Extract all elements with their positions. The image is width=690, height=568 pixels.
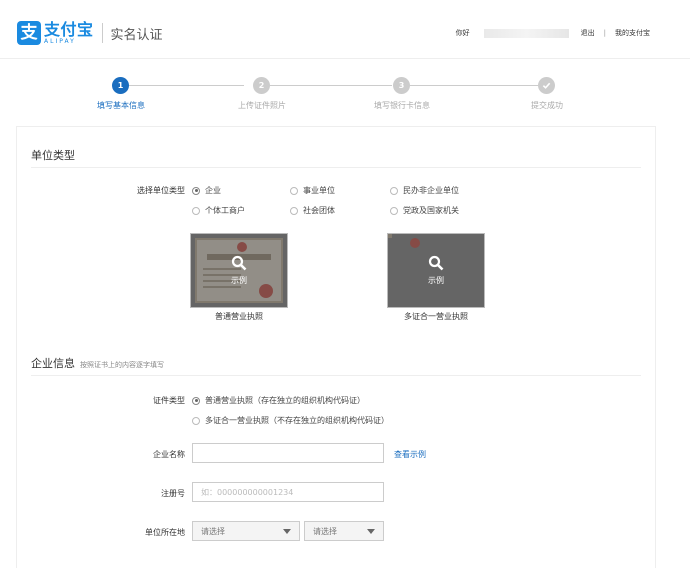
radio-public-institution[interactable]: 事业单位 bbox=[290, 185, 335, 196]
view-example-link[interactable]: 查看示例 bbox=[394, 449, 426, 460]
unit-type-label: 选择单位类型 bbox=[137, 186, 185, 195]
company-info-subtitle: 按照证书上的内容逐字填写 bbox=[80, 361, 164, 369]
company-name-input[interactable] bbox=[192, 443, 384, 463]
header-divider bbox=[0, 58, 690, 59]
radio-dot bbox=[192, 186, 200, 195]
sample-caption: 多证合一营业执照 bbox=[404, 312, 468, 321]
radio-label: 个体工商户 bbox=[205, 206, 245, 215]
top-nav: 你好 退出 | 我的支付宝 bbox=[456, 28, 650, 38]
form-panel: 单位类型 选择单位类型 企业 事业单位 民办非企业单位 个体工商户 社会团体 党… bbox=[16, 126, 656, 568]
radio-label: 社会团体 bbox=[303, 206, 335, 215]
blurred-username bbox=[483, 28, 569, 38]
company-name-label: 企业名称 bbox=[153, 450, 185, 459]
step-4-label: 提交成功 bbox=[531, 101, 563, 110]
sample-multi-license[interactable]: 示例 bbox=[387, 233, 485, 308]
radio-dot bbox=[192, 396, 200, 405]
radio-regular-license[interactable]: 普通营业执照（存在独立的组织机构代码证） bbox=[192, 395, 365, 406]
nav-separator: | bbox=[603, 29, 606, 37]
reg-number-label: 注册号 bbox=[161, 489, 185, 498]
chevron-down-icon bbox=[367, 528, 375, 534]
check-icon bbox=[538, 77, 555, 94]
reg-number-input[interactable]: 如：000000000001234 bbox=[192, 482, 384, 502]
step-1-label: 填写基本信息 bbox=[97, 101, 145, 110]
radio-government-agency[interactable]: 党政及国家机关 bbox=[390, 205, 459, 216]
step-connector bbox=[410, 85, 538, 86]
radio-label: 企业 bbox=[205, 186, 221, 195]
sample-business-license[interactable]: 示例 bbox=[190, 233, 288, 308]
page-title: 实名认证 bbox=[110, 27, 163, 43]
radio-label: 事业单位 bbox=[303, 186, 335, 195]
header: 支 支付宝 ALIPAY 实名认证 你好 退出 | 我的支付宝 bbox=[0, 0, 690, 60]
section-divider bbox=[31, 375, 641, 376]
radio-social-organization[interactable]: 社会团体 bbox=[290, 205, 335, 216]
step-2-circle: 2 bbox=[253, 77, 270, 94]
logo-cn: 支付宝 bbox=[44, 20, 94, 39]
location-label: 单位所在地 bbox=[145, 528, 185, 537]
radio-label: 多证合一营业执照（不存在独立的组织机构代码证） bbox=[205, 416, 389, 425]
radio-multi-license[interactable]: 多证合一营业执照（不存在独立的组织机构代码证） bbox=[192, 415, 389, 426]
radio-dot bbox=[290, 186, 298, 195]
radio-dot bbox=[192, 416, 200, 425]
step-connector bbox=[129, 85, 244, 86]
sample-overlay-text: 示例 bbox=[428, 276, 444, 285]
radio-dot bbox=[192, 206, 200, 215]
step-connector bbox=[270, 85, 392, 86]
step-3-circle: 3 bbox=[393, 77, 410, 94]
radio-label: 民办非企业单位 bbox=[403, 186, 459, 195]
radio-private-nonenterprise[interactable]: 民办非企业单位 bbox=[390, 185, 459, 196]
city-select-value: 请选择 bbox=[313, 526, 337, 536]
radio-label: 党政及国家机关 bbox=[403, 206, 459, 215]
alipay-logo[interactable]: 支 支付宝 ALIPAY 实名认证 bbox=[17, 20, 163, 46]
radio-dot bbox=[290, 206, 298, 215]
magnifier-icon bbox=[428, 255, 444, 271]
city-select[interactable]: 请选择 bbox=[304, 521, 384, 541]
radio-individual-business[interactable]: 个体工商户 bbox=[192, 205, 245, 216]
radio-enterprise[interactable]: 企业 bbox=[192, 185, 221, 196]
logout-link[interactable]: 退出 bbox=[581, 28, 595, 38]
progress-steps: 1 2 3 填写基本信息 上传证件照片 填写银行卡信息 提交成功 bbox=[0, 70, 690, 115]
province-select-value: 请选择 bbox=[201, 526, 225, 536]
section-divider bbox=[31, 167, 641, 168]
radio-label: 普通营业执照（存在独立的组织机构代码证） bbox=[205, 396, 365, 405]
my-alipay-link[interactable]: 我的支付宝 bbox=[615, 28, 650, 38]
cert-type-label: 证件类型 bbox=[153, 396, 185, 405]
unit-type-title: 单位类型 bbox=[31, 149, 75, 162]
chevron-down-icon bbox=[283, 528, 291, 534]
step-3-label: 填写银行卡信息 bbox=[374, 101, 430, 110]
step-1-circle: 1 bbox=[112, 77, 129, 94]
company-info-title: 企业信息 按照证书上的内容逐字填写 bbox=[31, 355, 164, 371]
alipay-logo-icon: 支 bbox=[17, 21, 41, 45]
greeting: 你好 bbox=[455, 29, 470, 37]
sample-overlay-text: 示例 bbox=[231, 276, 247, 285]
province-select[interactable]: 请选择 bbox=[192, 521, 300, 541]
radio-dot bbox=[390, 206, 398, 215]
step-2-label: 上传证件照片 bbox=[238, 101, 286, 110]
logo-divider bbox=[101, 23, 103, 43]
logo-en: ALIPAY bbox=[44, 38, 76, 45]
company-info-heading: 企业信息 bbox=[31, 357, 75, 370]
radio-dot bbox=[390, 186, 398, 195]
logo-text: 支付宝 ALIPAY bbox=[44, 21, 94, 45]
sample-caption: 普通营业执照 bbox=[215, 312, 263, 321]
magnifier-icon bbox=[231, 255, 247, 271]
sample-overlay: 示例 bbox=[388, 234, 484, 307]
sample-overlay: 示例 bbox=[191, 234, 287, 307]
